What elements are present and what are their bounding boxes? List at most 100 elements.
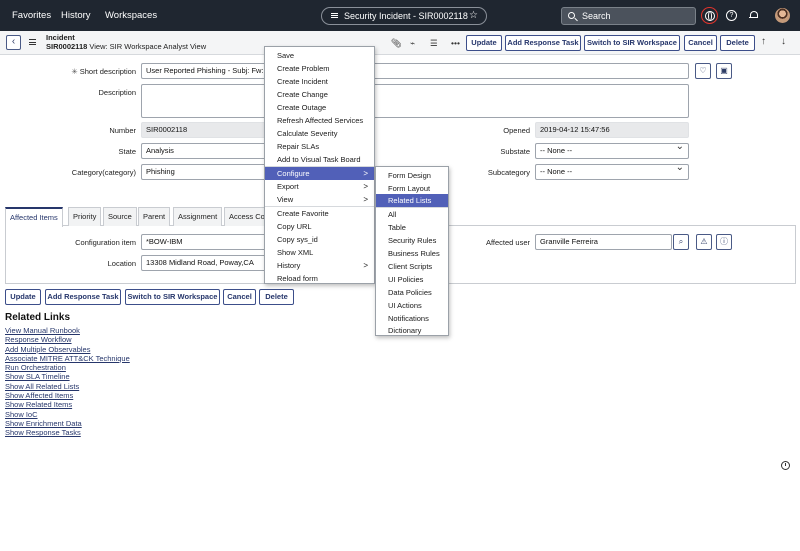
menu-item-configure[interactable]: Configure > [265,167,374,180]
menu-item-history[interactable]: History > [265,259,374,272]
menu-item-copy-url[interactable]: Copy URL [265,220,374,233]
global-search[interactable]: Search [561,7,696,25]
menu-item-create-incident[interactable]: Create Incident [265,75,374,88]
menu-item-calculate-severity[interactable]: Calculate Severity [265,127,374,140]
bottom-delete-button[interactable]: Delete [259,289,294,305]
tab-parent[interactable]: Parent [138,207,171,226]
location-field[interactable]: 13308 Midland Road, Poway,CA [141,255,267,271]
submenu-item-ui-policies[interactable]: UI Policies [376,273,448,286]
settings-sliders-icon[interactable]: ☰ [430,38,438,49]
view-label: View: SIR Workspace Analyst View [89,41,207,51]
info-icon[interactable]: ⓘ [716,234,732,250]
description-label: Description [98,88,136,97]
nav-favorites[interactable]: Favorites [12,10,51,21]
submenu-item-data-policies[interactable]: Data Policies [376,286,448,299]
bottom-switch-workspace-button[interactable]: Switch to SIR Workspace [125,289,220,305]
submenu-item-dictionary[interactable]: Dictionary [376,324,448,337]
add-response-task-button[interactable]: Add Response Task [505,35,581,51]
lightbulb-icon[interactable]: ♡ [695,63,711,79]
clipboard-icon[interactable]: ▣ [716,63,732,79]
avatar[interactable] [775,8,790,23]
submenu-arrow-icon: > [363,169,368,178]
substate-select[interactable]: -- None -- [535,143,689,159]
menu-item-create-outage[interactable]: Create Outage [265,101,374,114]
related-link[interactable]: Show Related Items [5,400,130,409]
help-icon[interactable]: ? [726,10,737,21]
star-icon[interactable]: ☆ [469,8,478,24]
number-label: Number [109,126,136,135]
nav-history[interactable]: History [61,10,91,21]
menu-item-repair-slas[interactable]: Repair SLAs [265,140,374,153]
menu-lines-icon [331,13,338,18]
menu-item-view[interactable]: View > [265,193,374,206]
globe-icon[interactable] [701,7,718,24]
back-button[interactable]: ‹ [6,35,21,50]
menu-item-refresh-affected-services[interactable]: Refresh Affected Services [265,114,374,127]
submenu-item-business-rules[interactable]: Business Rules [376,247,448,260]
menu-item-create-change[interactable]: Create Change [265,88,374,101]
submenu-item-all[interactable]: All [376,208,448,221]
menu-item-create-favorite[interactable]: Create Favorite [265,207,374,220]
activity-icon[interactable]: ⌁ [410,38,415,49]
related-link[interactable]: Associate MITRE ATT&CK Technique [5,354,130,363]
related-links-title: Related Links [5,312,71,323]
related-link[interactable]: Add Multiple Observables [5,345,130,354]
menu-item-show-xml[interactable]: Show XML [265,246,374,259]
configuration-item-field[interactable]: *BOW-IBM [141,234,267,250]
switch-workspace-button[interactable]: Switch to SIR Workspace [584,35,680,51]
submenu-item-security-rules[interactable]: Security Rules [376,234,448,247]
more-options-icon[interactable]: ••• [451,38,460,48]
short-description-field[interactable]: User Reported Phishing - Subj: Fw: S [141,63,689,79]
bottom-cancel-button[interactable]: Cancel [223,289,256,305]
bottom-add-response-task-button[interactable]: Add Response Task [45,289,121,305]
delete-button[interactable]: Delete [720,35,755,51]
menu-item-export[interactable]: Export > [265,180,374,193]
submenu-item-ui-actions[interactable]: UI Actions [376,299,448,312]
menu-item-create-problem[interactable]: Create Problem [265,62,374,75]
submenu-item-table[interactable]: Table [376,221,448,234]
update-button[interactable]: Update [466,35,502,51]
submenu-item-form-design[interactable]: Form Design [376,169,448,182]
configuration-item-label: Configuration item [75,238,136,247]
state-select[interactable]: Analysis [141,143,267,159]
related-link[interactable]: View Manual Runbook [5,326,130,335]
number-field[interactable]: SIR0002118 [141,122,267,138]
bottom-update-button[interactable]: Update [5,289,41,305]
hamburger-icon[interactable] [29,39,36,45]
tab-assignment[interactable]: Assignment [173,207,223,226]
menu-item-copy-sys-id[interactable]: Copy sys_id [265,233,374,246]
submenu-item-client-scripts[interactable]: Client Scripts [376,260,448,273]
tab-priority[interactable]: Priority [68,207,102,226]
related-link[interactable]: Show Response Tasks [5,428,130,437]
tab-source[interactable]: Source [103,207,137,226]
related-link[interactable]: Show Affected Items [5,391,130,400]
clock-icon[interactable] [781,461,790,470]
related-link[interactable]: Run Orchestration [5,363,130,372]
record-scope-pill[interactable]: Security Incident - SIR0002118 ☆ [321,7,487,25]
arrow-down-icon[interactable]: ↓ [781,36,786,47]
tab-access-control[interactable]: Access Co [224,207,270,226]
opened-field[interactable]: 2019-04-12 15:47:56 [535,122,689,138]
paperclip-icon[interactable]: 📎︎ [391,38,402,49]
related-link[interactable]: Response Workflow [5,335,130,344]
related-link[interactable]: Show All Related Lists [5,382,130,391]
affected-user-field[interactable]: Granville Ferreira [535,234,672,250]
bell-icon[interactable] [749,10,758,20]
warning-icon[interactable]: ⚠ [696,234,712,250]
related-link[interactable]: Show SLA Timeline [5,372,130,381]
description-field[interactable] [141,84,689,118]
menu-item-save[interactable]: Save [265,49,374,62]
subcategory-select[interactable]: -- None -- [535,164,689,180]
lookup-search-icon[interactable]: ⌕ [673,234,689,250]
nav-workspaces[interactable]: Workspaces [105,10,157,21]
submenu-item-related-lists[interactable]: Related Lists [376,194,448,207]
arrow-up-icon[interactable]: ↑ [761,36,766,47]
category-select[interactable]: Phishing [141,164,267,180]
related-link[interactable]: Show Enrichment Data [5,419,130,428]
tab-affected-items[interactable]: Affected Items [5,207,63,227]
menu-item-reload-form[interactable]: Reload form [265,272,374,285]
record-title: Incident SIR0002118 View: SIR Workspace … [46,33,207,51]
related-link[interactable]: Show IoC [5,410,130,419]
cancel-button[interactable]: Cancel [684,35,717,51]
menu-item-add-to-visual-task-board[interactable]: Add to Visual Task Board [265,153,374,166]
